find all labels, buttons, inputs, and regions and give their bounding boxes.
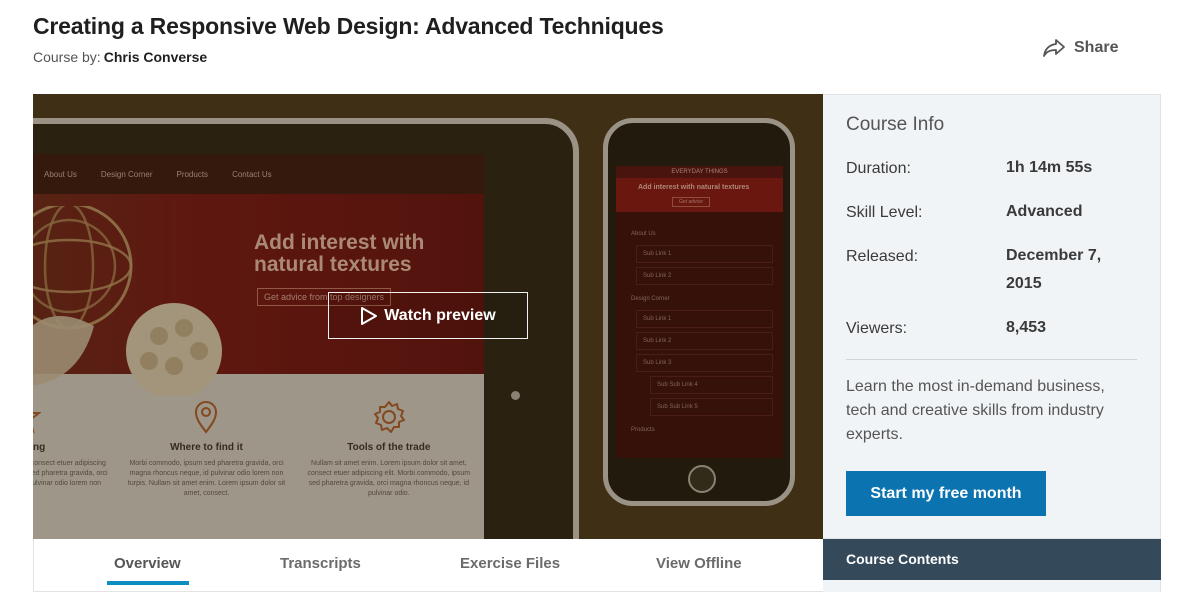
course-byline: Course by: Chris Converse (33, 49, 207, 65)
phone-menu: About Us Sub Link 1 Sub Link 2 Design Corne… (616, 212, 783, 441)
phone-headline: Add interest with natural textures (638, 184, 750, 191)
phone-menu-item: Sub Link 2 (636, 332, 773, 350)
preview-nav-item: Products (176, 169, 209, 179)
active-tab-indicator (107, 581, 189, 585)
tab-exercise-files[interactable]: Exercise Files (460, 555, 560, 572)
phone-button: Get advice (672, 197, 710, 207)
byline-label: Course by: (33, 49, 101, 65)
course-info-panel: Course Info Duration: 1h 14m 55s Skill L… (823, 94, 1161, 539)
tab-transcripts[interactable]: Transcripts (280, 555, 361, 572)
share-arrow-icon (1043, 39, 1065, 57)
tab-view-offline[interactable]: View Offline (656, 555, 742, 572)
phone-menu-item: Sub Link 1 (636, 310, 773, 328)
phone-site-title: EVERYDAY THINGS (616, 166, 783, 178)
feature-name: Where to find it (170, 442, 243, 453)
preview-feature: Trending Lorem ipsum dolor sit amet, con… (33, 396, 109, 539)
play-icon (361, 306, 378, 325)
preview-features: Trending Lorem ipsum dolor sit amet, con… (33, 374, 484, 539)
map-pin-icon (195, 401, 218, 434)
phone-hero: Add interest with natural textures Get a… (616, 178, 783, 212)
phone-menu-item: Sub Sub Link 4 (650, 376, 773, 394)
duration-value: 1h 14m 55s (1006, 159, 1093, 176)
start-free-month-button[interactable]: Start my free month (846, 471, 1046, 516)
skill-level-label: Skill Level: (846, 204, 923, 221)
watch-preview-button[interactable]: Watch preview (328, 292, 528, 339)
tablet-camera-dot (511, 391, 520, 400)
course-tabs: Overview Transcripts Exercise Files View… (33, 539, 823, 592)
preview-nav-item: Contact Us (232, 169, 272, 179)
phone-menu-item: Sub Sub Link 5 (650, 398, 773, 416)
course-contents-body (823, 580, 1161, 592)
phone-menu-item: Sub Link 3 (636, 354, 773, 372)
phone-mockup: EVERYDAY THINGS Add interest with natura… (603, 118, 795, 506)
tablet-screen: About Us Design Corner Products Contact … (33, 154, 484, 539)
preview-nav-item: Design Corner (100, 169, 153, 179)
preview-site-nav: About Us Design Corner Products Contact … (33, 154, 484, 194)
feature-text: Lorem ipsum dolor sit amet, consect etue… (33, 460, 108, 497)
course-contents-header[interactable]: Course Contents (823, 539, 1161, 580)
viewers-value: 8,453 (1006, 319, 1047, 336)
star-icon (33, 412, 42, 434)
feature-name: Tools of the trade (347, 442, 431, 453)
released-value: December 7, 2015 (1006, 247, 1102, 292)
viewers-label: Viewers: (846, 320, 908, 337)
course-pitch: Learn the most in-demand business, tech … (846, 378, 1105, 443)
tab-overview[interactable]: Overview (114, 555, 181, 572)
info-divider (846, 359, 1137, 360)
course-info-heading: Course Info (846, 114, 945, 135)
author-name: Chris Converse (103, 49, 208, 65)
feature-text: Morbi commodo, ipsum sed pharetra gravid… (127, 460, 286, 497)
feature-text: Nullam sit amet enim. Lorem ipsum dolor … (307, 460, 471, 497)
phone-home-button (688, 465, 716, 493)
phone-menu-item: About Us (631, 231, 656, 237)
gear-icon (373, 401, 405, 433)
phone-menu-item: Sub Link 1 (636, 245, 773, 263)
preview-feature: Tools of the trade Nullam sit amet enim.… (304, 396, 474, 539)
preview-headline: Add interest with natural textures (254, 231, 425, 276)
course-video-preview[interactable]: About Us Design Corner Products Contact … (33, 94, 823, 539)
preview-nav-item: About Us (44, 169, 77, 179)
preview-hero: Add interest with natural textures Get a… (33, 194, 484, 396)
phone-menu-item: Design Corner (631, 296, 670, 302)
duration-label: Duration: (846, 160, 911, 177)
skill-level-value: Advanced (1006, 203, 1083, 220)
preview-feature: Where to find it Morbi commodo, ipsum se… (121, 396, 291, 539)
phone-screen: EVERYDAY THINGS Add interest with natura… (616, 166, 783, 458)
share-button[interactable]: Share (1042, 38, 1118, 58)
released-label: Released: (846, 248, 919, 265)
rattan-balls-image (33, 206, 222, 396)
share-label: Share (1074, 39, 1119, 56)
watch-preview-label: Watch preview (384, 306, 496, 324)
phone-menu-item: Products (631, 427, 655, 433)
course-title: Creating a Responsive Web Design: Advanc… (33, 13, 664, 39)
phone-menu-item: Sub Link 2 (636, 267, 773, 285)
feature-name: Trending (33, 442, 46, 453)
